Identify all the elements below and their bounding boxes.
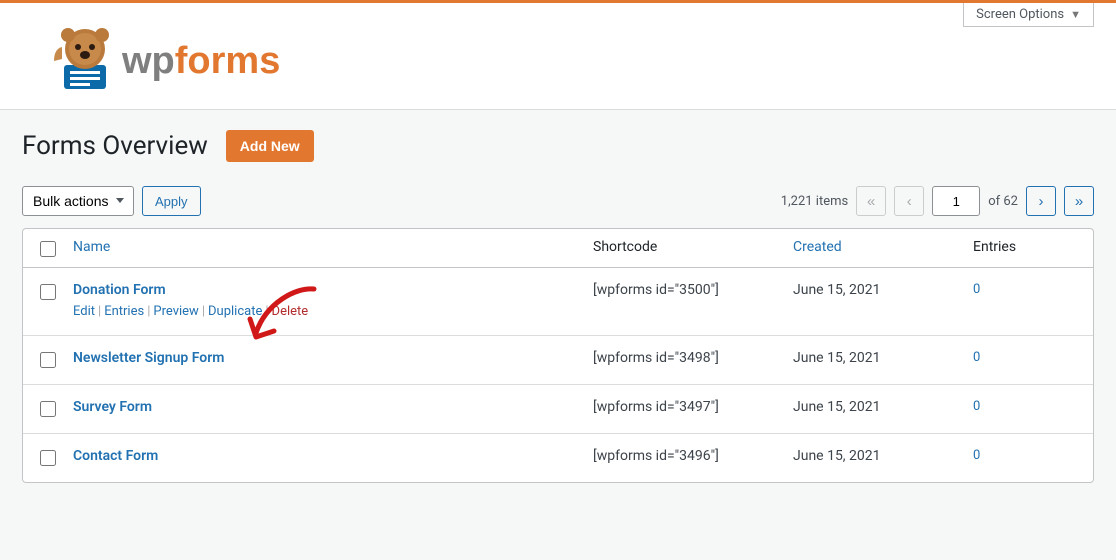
form-name-link[interactable]: Newsletter Signup Form (73, 350, 224, 366)
separator: | (98, 304, 101, 319)
table-row: Donation FormEdit|Entries|Preview|Duplic… (23, 268, 1093, 336)
shortcode-cell: [wpforms id="3496"] (593, 448, 793, 464)
shortcode-cell: [wpforms id="3498"] (593, 350, 793, 366)
created-cell: June 15, 2021 (793, 448, 973, 464)
table-row: Contact Form [wpforms id="3496"]June 15, … (23, 434, 1093, 482)
first-page-button: « (856, 186, 886, 216)
brand-bar: wpforms (0, 3, 1116, 110)
entries-link[interactable]: 0 (973, 448, 980, 463)
col-entries: Entries (973, 239, 1093, 255)
last-page-button[interactable]: » (1064, 186, 1094, 216)
row-checkbox[interactable] (40, 352, 56, 368)
created-cell: June 15, 2021 (793, 350, 973, 366)
form-name-link[interactable]: Contact Form (73, 448, 158, 464)
next-page-button[interactable]: › (1026, 186, 1056, 216)
page-header: Forms Overview Add New (0, 110, 1116, 186)
row-checkbox[interactable] (40, 401, 56, 417)
add-new-button[interactable]: Add New (226, 130, 314, 162)
row-checkbox[interactable] (40, 284, 56, 300)
controls-row: Bulk actions Apply 1,221 items « ‹ of 62… (0, 186, 1116, 228)
entries-link[interactable]: 0 (973, 282, 980, 297)
entries-link[interactable]: 0 (973, 399, 980, 414)
page-title: Forms Overview (22, 131, 208, 161)
created-cell: June 15, 2021 (793, 282, 973, 298)
wpforms-logo: wpforms (22, 21, 282, 91)
form-name-link[interactable]: Survey Form (73, 399, 152, 415)
delete-link[interactable]: Delete (272, 304, 309, 319)
col-name[interactable]: Name (73, 239, 593, 255)
duplicate-link[interactable]: Duplicate (208, 304, 262, 319)
preview-link[interactable]: Preview (153, 304, 198, 319)
page-number-input[interactable] (932, 186, 980, 216)
entries-link[interactable]: 0 (973, 350, 980, 365)
table-row: Survey Form [wpforms id="3497"]June 15, 2… (23, 385, 1093, 434)
edit-link[interactable]: Edit (73, 304, 95, 319)
row-actions: Edit|Entries|Preview|Duplicate|Delete (73, 304, 593, 319)
table-header: Name Shortcode Created Entries (23, 229, 1093, 268)
chevron-down-icon: ▼ (1070, 8, 1081, 21)
items-count: 1,221 items (781, 194, 848, 209)
forms-table: Name Shortcode Created Entries Donation … (22, 228, 1094, 483)
prev-page-button: ‹ (894, 186, 924, 216)
apply-button[interactable]: Apply (142, 186, 201, 216)
form-name-link[interactable]: Donation Form (73, 282, 166, 298)
col-shortcode: Shortcode (593, 239, 793, 255)
shortcode-cell: [wpforms id="3500"] (593, 282, 793, 298)
select-all-checkbox[interactable] (40, 241, 56, 257)
screen-options-button[interactable]: Screen Options ▼ (963, 3, 1094, 27)
created-cell: June 15, 2021 (793, 399, 973, 415)
row-checkbox[interactable] (40, 450, 56, 466)
entries-link[interactable]: Entries (104, 304, 144, 319)
screen-options-label: Screen Options (976, 7, 1064, 22)
col-created[interactable]: Created (793, 239, 973, 255)
separator: | (265, 304, 268, 319)
separator: | (202, 304, 205, 319)
bulk-actions-select[interactable]: Bulk actions (22, 186, 134, 216)
separator: | (147, 304, 150, 319)
svg-text:wpforms: wpforms (121, 40, 280, 82)
table-row: Newsletter Signup Form [wpforms id="3498"… (23, 336, 1093, 385)
shortcode-cell: [wpforms id="3497"] (593, 399, 793, 415)
page-of-label: of 62 (988, 194, 1018, 209)
